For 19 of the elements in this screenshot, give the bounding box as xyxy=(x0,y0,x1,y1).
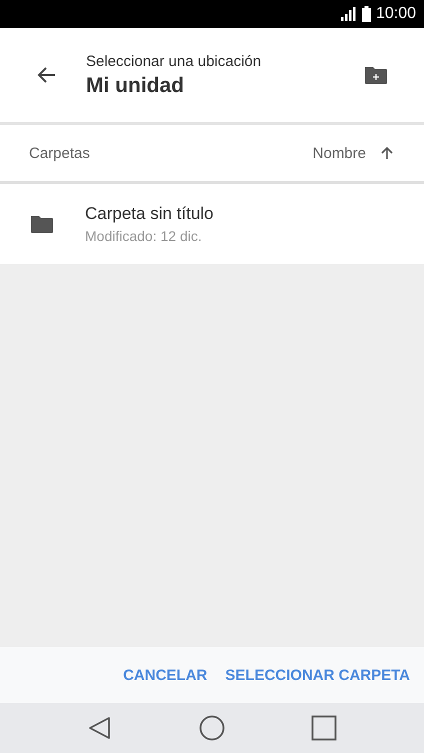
folder-name: Carpeta sin título xyxy=(85,204,214,224)
home-icon[interactable] xyxy=(199,715,225,741)
header-subtitle: Seleccionar una ubicación xyxy=(86,52,262,70)
up-arrow-icon xyxy=(380,146,394,160)
status-time: 10:00 xyxy=(376,5,416,23)
section-label: Carpetas xyxy=(29,144,90,162)
battery-icon xyxy=(362,6,371,22)
sort-button[interactable]: Nombre xyxy=(312,144,394,162)
signal-icon xyxy=(340,7,357,21)
back-arrow-icon xyxy=(37,65,57,85)
new-folder-icon xyxy=(364,65,388,85)
folder-icon xyxy=(30,214,54,234)
cancel-button[interactable]: CANCELAR xyxy=(117,658,214,692)
folder-item[interactable]: Carpeta sin título Modificado: 12 dic. xyxy=(0,184,424,264)
select-folder-button[interactable]: SELECCIONAR CARPETA xyxy=(219,658,416,692)
folder-modified: Modificado: 12 dic. xyxy=(85,228,203,244)
recents-icon[interactable] xyxy=(311,715,337,741)
header-title: Mi unidad xyxy=(86,74,185,98)
back-icon[interactable] xyxy=(87,715,113,741)
